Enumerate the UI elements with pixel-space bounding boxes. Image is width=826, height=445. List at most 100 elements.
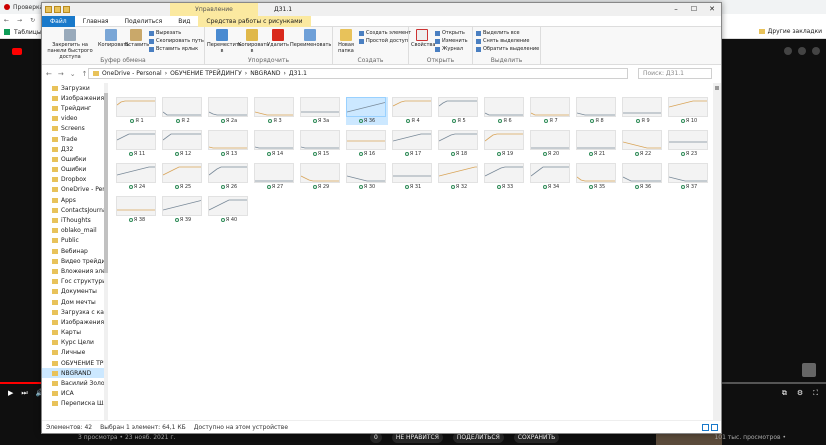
new-item-button[interactable]: Создать элемент (359, 30, 411, 36)
context-tab-manage[interactable]: Управление (170, 3, 258, 16)
history-button[interactable]: Журнал (435, 46, 463, 52)
file-thumbnail[interactable]: Я 36 (346, 97, 388, 125)
up-icon[interactable]: ↑ (82, 70, 88, 78)
nav-item[interactable]: Вложения электр (42, 266, 108, 276)
file-thumbnail[interactable]: Я 17 (392, 130, 434, 158)
nav-item[interactable]: OneDrive - Personal (42, 185, 108, 195)
play-icon[interactable]: ▶ (8, 389, 13, 397)
forward-icon[interactable]: → (17, 17, 22, 24)
tab-share[interactable]: Поделиться (117, 16, 171, 27)
tab-home[interactable]: Главная (75, 16, 117, 27)
file-thumbnail[interactable]: Я 13 (208, 130, 250, 158)
minimize-icon[interactable]: – (667, 3, 685, 16)
nav-scrollbar-thumb[interactable] (104, 93, 108, 273)
back-icon[interactable]: ← (4, 17, 9, 24)
nav-item[interactable]: Видео трейдинг (42, 256, 108, 266)
chevron-down-icon[interactable]: ⌄ (70, 70, 76, 78)
file-thumbnail[interactable]: Я 40 (208, 196, 250, 224)
scroll-up-icon[interactable] (715, 86, 719, 90)
file-thumbnail[interactable]: Я 15 (300, 130, 342, 158)
open-button[interactable]: Открыть (435, 30, 465, 36)
file-thumbnail[interactable]: Я 35 (576, 163, 618, 191)
bookmark-item[interactable]: Таблицы (14, 29, 42, 36)
edit-button[interactable]: Изменить (435, 38, 468, 44)
nav-item[interactable]: Загрузка с камер (42, 307, 108, 317)
breadcrumb-item[interactable]: ОБУЧЕНИЕ ТРЕЙДИНГУ (170, 70, 242, 77)
nav-item[interactable]: Ошибки (42, 165, 108, 175)
file-thumbnail[interactable]: Я 31 (392, 163, 434, 191)
file-thumbnail[interactable]: Я 21 (576, 130, 618, 158)
details-view-icon[interactable] (702, 423, 709, 431)
nav-item[interactable]: ОБУЧЕНИЕ ТРЕЙД (42, 358, 108, 368)
nav-item[interactable]: Trade (42, 134, 108, 144)
file-thumbnail[interactable]: Я 10 (668, 97, 710, 125)
file-thumbnail[interactable]: Я 36 (622, 163, 664, 191)
properties-icon[interactable] (54, 6, 61, 13)
content-scrollbar[interactable] (713, 83, 721, 421)
tab-view[interactable]: Вид (170, 16, 198, 27)
file-thumbnail[interactable]: Я 18 (438, 130, 480, 158)
apps-icon[interactable] (784, 47, 792, 55)
invert-selection-button[interactable]: Обратить выделение (476, 46, 539, 52)
file-thumbnail[interactable]: Я 33 (484, 163, 526, 191)
file-thumbnail[interactable]: Я 8 (576, 97, 618, 125)
nav-item[interactable]: ContactsJournal (42, 205, 108, 215)
other-bookmarks[interactable]: Другие закладки (768, 28, 822, 35)
tab-picture-tools[interactable]: Средства работы с рисунками (198, 15, 311, 27)
nav-item[interactable]: Ошибки (42, 154, 108, 164)
new-folder-icon[interactable] (63, 6, 70, 13)
file-thumbnail[interactable]: Я 27 (254, 163, 296, 191)
settings-icon[interactable]: ⚙ (797, 389, 803, 398)
file-thumbnail[interactable]: Я 12 (162, 130, 204, 158)
file-thumbnail[interactable]: Я 16 (346, 130, 388, 158)
maximize-icon[interactable]: ☐ (685, 3, 703, 16)
nav-item[interactable]: Public (42, 236, 108, 246)
nav-item[interactable]: Загрузки (42, 83, 108, 93)
nav-item[interactable]: Курс Цели (42, 338, 108, 348)
avatar[interactable] (812, 47, 820, 55)
pin-button[interactable]: Закрепить на панели быстрого доступа (44, 29, 96, 60)
file-thumbnail[interactable]: Я 3 (254, 97, 296, 125)
file-thumbnail[interactable]: Я 2а (208, 97, 250, 125)
nav-item[interactable]: Личные (42, 348, 108, 358)
file-thumbnail[interactable]: Я 34 (530, 163, 572, 191)
browser-tab[interactable]: Проверка (4, 4, 43, 11)
nav-item[interactable]: Dropbox (42, 175, 108, 185)
path-box[interactable]: OneDrive - Personal › ОБУЧЕНИЕ ТРЕЙДИНГУ ›… (88, 68, 628, 79)
close-icon[interactable]: ✕ (703, 3, 721, 16)
nav-item[interactable]: Трейдинг (42, 103, 108, 113)
nav-item[interactable]: iThoughts (42, 215, 108, 225)
file-thumbnail[interactable]: Я 5 (438, 97, 480, 125)
file-thumbnail[interactable]: Я 11 (116, 130, 158, 158)
nav-item[interactable]: Изображения (42, 93, 108, 103)
file-thumbnail[interactable]: Я 24 (116, 163, 158, 191)
file-thumbnail[interactable]: Я 37 (668, 163, 710, 191)
copy-to-button[interactable]: Копировать в (238, 29, 269, 54)
file-thumbnail[interactable]: Я 20 (530, 130, 572, 158)
nav-item[interactable]: Василий Золо (42, 378, 108, 388)
nav-item[interactable]: Карты (42, 328, 108, 338)
rename-button[interactable]: Переименовать (290, 29, 331, 48)
nav-item[interactable]: oblako_mail (42, 226, 108, 236)
notifications-icon[interactable] (798, 47, 806, 55)
copy-path-button[interactable]: Скопировать путь (149, 38, 204, 44)
select-all-button[interactable]: Выделить все (476, 30, 520, 36)
nav-item[interactable]: ИСА (42, 389, 108, 399)
forward-icon[interactable]: → (58, 70, 64, 78)
subtitles-icon[interactable]: ⧉ (782, 389, 787, 398)
file-thumbnail[interactable]: Я 29 (300, 163, 342, 191)
nav-item[interactable]: Вебинар (42, 246, 108, 256)
back-icon[interactable]: ← (46, 70, 52, 78)
file-thumbnail[interactable]: Я 39 (162, 196, 204, 224)
file-thumbnail[interactable]: Я 2 (162, 97, 204, 125)
nav-item[interactable]: Гос структуры (42, 277, 108, 287)
select-none-button[interactable]: Снять выделение (476, 38, 530, 44)
file-thumbnail[interactable]: Я 4 (392, 97, 434, 125)
nav-item[interactable]: Дом мечты (42, 297, 108, 307)
file-thumbnail[interactable]: Я 1 (116, 97, 158, 125)
nav-item[interactable]: Переписка Шлаг (42, 399, 108, 409)
easy-access-button[interactable]: Простой доступ (359, 38, 408, 44)
breadcrumb-item[interactable]: NBGRAND (250, 70, 280, 77)
youtube-logo-icon[interactable] (12, 48, 22, 55)
tab-file[interactable]: Файл (42, 15, 75, 27)
